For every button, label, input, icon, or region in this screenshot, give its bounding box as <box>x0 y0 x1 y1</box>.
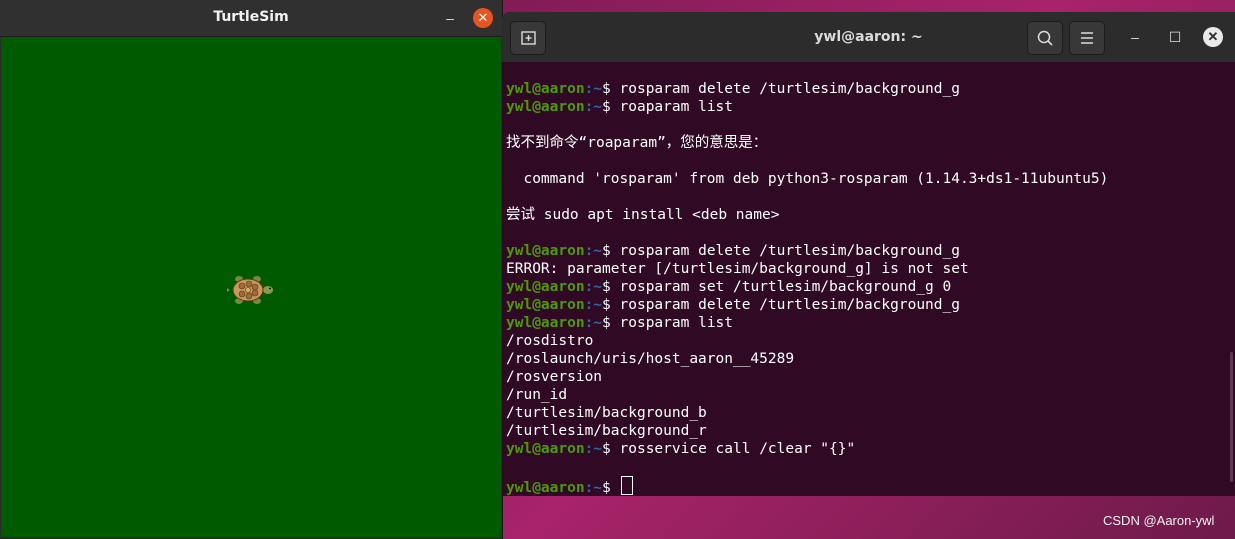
turtlesim-titlebar[interactable]: TurtleSim – ✕ <box>0 0 502 37</box>
maximize-icon[interactable]: ☐ <box>1165 27 1185 47</box>
terminal-prompt-line: ywl@aaron:~$ <box>506 476 1228 496</box>
prompt-user: ywl@aaron <box>506 279 585 295</box>
turtle-icon <box>227 276 273 304</box>
prompt-user: ywl@aaron <box>506 99 585 115</box>
terminal-command-line: ywl@aaron:~$ rosparam list <box>506 314 1228 332</box>
terminal-output-line: /roslaunch/uris/host_aaron__45289 <box>506 351 795 367</box>
hamburger-menu-icon <box>1081 32 1093 44</box>
command-text: rosservice call /clear "{}" <box>619 441 856 457</box>
prompt-symbol: $ <box>602 480 620 496</box>
terminal-output-line: command 'rosparam' from deb python3-rosp… <box>506 171 1109 187</box>
menu-button[interactable] <box>1069 21 1105 55</box>
terminal-output-line: /rosdistro <box>506 333 594 349</box>
prompt-path: :~ <box>584 315 603 331</box>
prompt-path: :~ <box>584 243 603 259</box>
prompt-user: ywl@aaron <box>506 243 585 259</box>
prompt-path: :~ <box>584 480 603 496</box>
terminal-scrollbar[interactable] <box>1230 352 1233 482</box>
terminal-command-line: ywl@aaron:~$ rosparam set /turtlesim/bac… <box>506 278 1228 296</box>
text-cursor[interactable] <box>620 476 633 495</box>
close-icon[interactable]: ✕ <box>1203 27 1223 47</box>
command-text: rosparam delete /turtlesim/background_g <box>619 81 960 97</box>
turtlesim-title: TurtleSim <box>213 9 289 25</box>
turtlesim-window: TurtleSim – ✕ <box>0 0 503 539</box>
terminal-command-line: ywl@aaron:~$ rosparam delete /turtlesim/… <box>506 80 1228 98</box>
prompt-symbol: $ <box>602 243 620 259</box>
terminal-output-line: /run_id <box>506 387 568 403</box>
prompt-path: :~ <box>584 81 603 97</box>
terminal-output-line: /turtlesim/background_r <box>506 423 707 439</box>
prompt-symbol: $ <box>602 297 620 313</box>
terminal-output-line: ERROR: parameter [/turtlesim/background_… <box>506 261 969 277</box>
prompt-symbol: $ <box>602 279 620 295</box>
minimize-icon[interactable]: – <box>440 8 460 28</box>
prompt-path: :~ <box>584 99 603 115</box>
prompt-user: ywl@aaron <box>506 441 585 457</box>
command-text: rosparam delete /turtlesim/background_g <box>619 243 960 259</box>
prompt-path: :~ <box>584 441 603 457</box>
prompt-symbol: $ <box>602 81 620 97</box>
prompt-symbol: $ <box>602 441 620 457</box>
terminal-output-line: /rosversion <box>506 369 603 385</box>
prompt-user: ywl@aaron <box>506 315 585 331</box>
prompt-user: ywl@aaron <box>506 81 585 97</box>
terminal-command-line: ywl@aaron:~$ rosservice call /clear "{}" <box>506 440 1228 458</box>
terminal-output-line: 尝试 sudo apt install <deb name> <box>506 207 780 223</box>
prompt-path: :~ <box>584 279 603 295</box>
command-text: rosparam set /turtlesim/background_g 0 <box>619 279 952 295</box>
command-text: roaparam list <box>619 99 734 115</box>
prompt-symbol: $ <box>602 315 620 331</box>
watermark: CSDN @Aaron-ywl <box>1103 513 1215 528</box>
terminal-window: ywl@aaron: ~ – ☐ ✕ ywl@aaron:~$ rosparam… <box>502 12 1235 496</box>
close-icon[interactable]: ✕ <box>473 8 493 28</box>
terminal-command-line: ywl@aaron:~$ rosparam delete /turtlesim/… <box>506 296 1228 314</box>
search-button[interactable] <box>1027 21 1063 55</box>
terminal-command-line: ywl@aaron:~$ roaparam list <box>506 98 1228 116</box>
search-icon <box>1037 30 1053 46</box>
terminal-titlebar[interactable]: ywl@aaron: ~ – ☐ ✕ <box>502 12 1235 62</box>
prompt-path: :~ <box>584 297 603 313</box>
prompt-user: ywl@aaron <box>506 297 585 313</box>
prompt-user: ywl@aaron <box>506 480 585 496</box>
terminal-output-line: 找不到命令“roaparam”，您的意思是： <box>506 135 768 151</box>
terminal-output[interactable]: ywl@aaron:~$ rosparam delete /turtlesim/… <box>506 80 1228 496</box>
command-text: rosparam list <box>619 315 734 331</box>
prompt-symbol: $ <box>602 99 620 115</box>
turtlesim-canvas <box>1 37 501 537</box>
command-text: rosparam delete /turtlesim/background_g <box>619 297 960 313</box>
minimize-icon[interactable]: – <box>1125 27 1145 47</box>
terminal-command-line: ywl@aaron:~$ rosparam delete /turtlesim/… <box>506 242 1228 260</box>
terminal-output-line: /turtlesim/background_b <box>506 405 707 421</box>
